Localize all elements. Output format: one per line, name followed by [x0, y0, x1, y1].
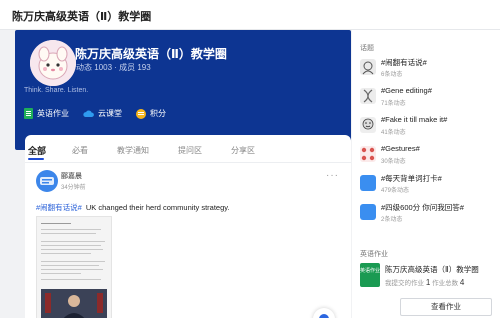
- topic-item[interactable]: #每天背单词打卡# 479条动态: [360, 173, 500, 197]
- thumb-line: [41, 261, 105, 262]
- face-topic-icon: [360, 117, 376, 133]
- top-bar: 陈万庆高级英语（Ⅱ）教学圈: [0, 0, 500, 30]
- homework-group-name: 陈万庆高级英语（Ⅱ）教学圈: [385, 265, 479, 274]
- topic-item[interactable]: #四级600分 你问我回答# 2条动态: [360, 202, 500, 226]
- homework-total-count: 4: [459, 278, 465, 287]
- right-sidebar: 话题 #闹翻有话说# 6条动态 #Gene editing# 71条动态 #Fa…: [352, 30, 500, 318]
- thumb-line: [41, 233, 96, 234]
- tab-questions[interactable]: 提问区: [178, 145, 202, 156]
- group-header: 陈万庆高级英语（Ⅱ）教学圈 动态 1003 · 成员 193 Think. Sh…: [15, 30, 351, 150]
- group-slogan: Think. Share. Listen.: [24, 87, 89, 94]
- tab-share[interactable]: 分享区: [231, 145, 255, 156]
- thumb-line: [41, 265, 99, 266]
- cloud-classroom-link[interactable]: 云课堂: [83, 108, 122, 119]
- feed-panel: 全部 必看 教学通知 提问区 分享区 郦嘉晨 34分钟前 ··· #闹翻有话说#…: [25, 135, 351, 318]
- cartoon-avatar-icon: [30, 40, 76, 86]
- thumb-line: [41, 249, 103, 250]
- tab-all[interactable]: 全部: [28, 144, 46, 157]
- hands-topic-icon: [360, 146, 376, 162]
- group-links: 英语作业 云课堂 积分: [24, 108, 166, 119]
- main-column: 陈万庆高级英语（Ⅱ）教学圈 动态 1003 · 成员 193 Think. Sh…: [15, 30, 351, 318]
- english-homework-link[interactable]: 英语作业: [24, 108, 69, 119]
- page-title: 陈万庆高级英语（Ⅱ）教学圈: [12, 11, 152, 23]
- homework-card[interactable]: 英语作业 陈万庆高级英语（Ⅱ）教学圈 我提交的作业 1 作业总数 4: [360, 263, 500, 293]
- user-avatar-icon: [40, 177, 54, 185]
- tab-notices[interactable]: 教学通知: [117, 145, 149, 156]
- thumb-line: [41, 253, 91, 254]
- thumb-line: [41, 269, 103, 270]
- thumb-line: [41, 229, 101, 230]
- english-homework-label: 英语作业: [37, 109, 69, 118]
- topic-name: #Gestures#: [381, 144, 420, 153]
- group-name: 陈万庆高级英语（Ⅱ）教学圈: [75, 47, 227, 61]
- topic-count: 479条动态: [381, 188, 410, 194]
- homework-submitted-label: 我提交的作业: [385, 280, 424, 287]
- topic-item[interactable]: #Gene editing# 71条动态: [360, 86, 500, 110]
- topic-name: #闹翻有话说#: [381, 58, 427, 67]
- news-photo: [41, 289, 107, 318]
- topic-name: #Gene editing#: [381, 86, 432, 95]
- homework-heading: 英语作业: [360, 251, 388, 258]
- topic-count: 30条动态: [381, 159, 406, 165]
- author-avatar[interactable]: [36, 170, 58, 192]
- topic-item[interactable]: #闹翻有话说# 6条动态: [360, 57, 500, 81]
- post-image[interactable]: [36, 216, 112, 318]
- post-topic-tag[interactable]: #闹翻有话说#: [36, 203, 82, 212]
- dna-topic-icon: [360, 88, 376, 104]
- homework-meta: 我提交的作业 1 作业总数 4: [385, 277, 464, 287]
- post-body: UK changed their herd community strategy…: [85, 203, 230, 212]
- thumb-line: [41, 245, 101, 246]
- topic-count: 71条动态: [381, 101, 406, 107]
- thumb-line: [41, 241, 105, 242]
- topic-count: 6条动态: [381, 72, 403, 78]
- topics-heading: 话题: [360, 45, 374, 52]
- group-stats: 动态 1003 · 成员 193: [76, 63, 151, 72]
- sketch-topic-icon: [360, 59, 376, 75]
- thumb-line: [41, 223, 71, 224]
- topic-name: #四级600分 你问我回答#: [381, 203, 464, 212]
- topic-icon: [360, 204, 376, 220]
- topic-name: #Fake it till make it#: [381, 115, 448, 124]
- post-text: #闹翻有话说# UK changed their herd community s…: [36, 202, 230, 213]
- topic-item[interactable]: #Fake it till make it# 41条动态: [360, 115, 500, 139]
- thumb-line: [41, 279, 101, 280]
- cloud-icon: [83, 110, 94, 117]
- topic-count: 2条动态: [381, 217, 403, 223]
- group-avatar[interactable]: [30, 40, 76, 86]
- feed-tabs: 全部 必看 教学通知 提问区 分享区: [25, 135, 351, 163]
- points-label: 积分: [150, 109, 166, 118]
- thumb-line: [41, 273, 81, 274]
- page: 陈万庆高级英语（Ⅱ）教学圈 陈万庆高级英语（Ⅱ）教学圈 动态 1003 · 成员…: [0, 0, 500, 318]
- coin-icon: [136, 108, 146, 119]
- post-author[interactable]: 郦嘉晨: [61, 171, 82, 181]
- topic-name: #每天背单词打卡#: [381, 174, 442, 183]
- topic-item[interactable]: #Gestures# 30条动态: [360, 144, 500, 168]
- more-options-icon[interactable]: ···: [326, 170, 339, 181]
- homework-total-label: 作业总数: [432, 280, 459, 287]
- homework-book-icon: 英语作业: [360, 263, 380, 287]
- points-link[interactable]: 积分: [136, 108, 166, 119]
- topic-icon: [360, 175, 376, 191]
- homework-submitted-count: 1: [425, 278, 431, 287]
- view-homework-button[interactable]: 查看作业: [400, 298, 492, 316]
- topic-count: 41条动态: [381, 130, 406, 136]
- document-icon: [24, 108, 33, 119]
- cloud-classroom-label: 云课堂: [98, 109, 122, 118]
- active-tab-indicator: [28, 158, 44, 160]
- tab-must-read[interactable]: 必看: [72, 145, 88, 156]
- person-photo-icon: [41, 289, 107, 318]
- post-time: 34分钟前: [61, 185, 86, 191]
